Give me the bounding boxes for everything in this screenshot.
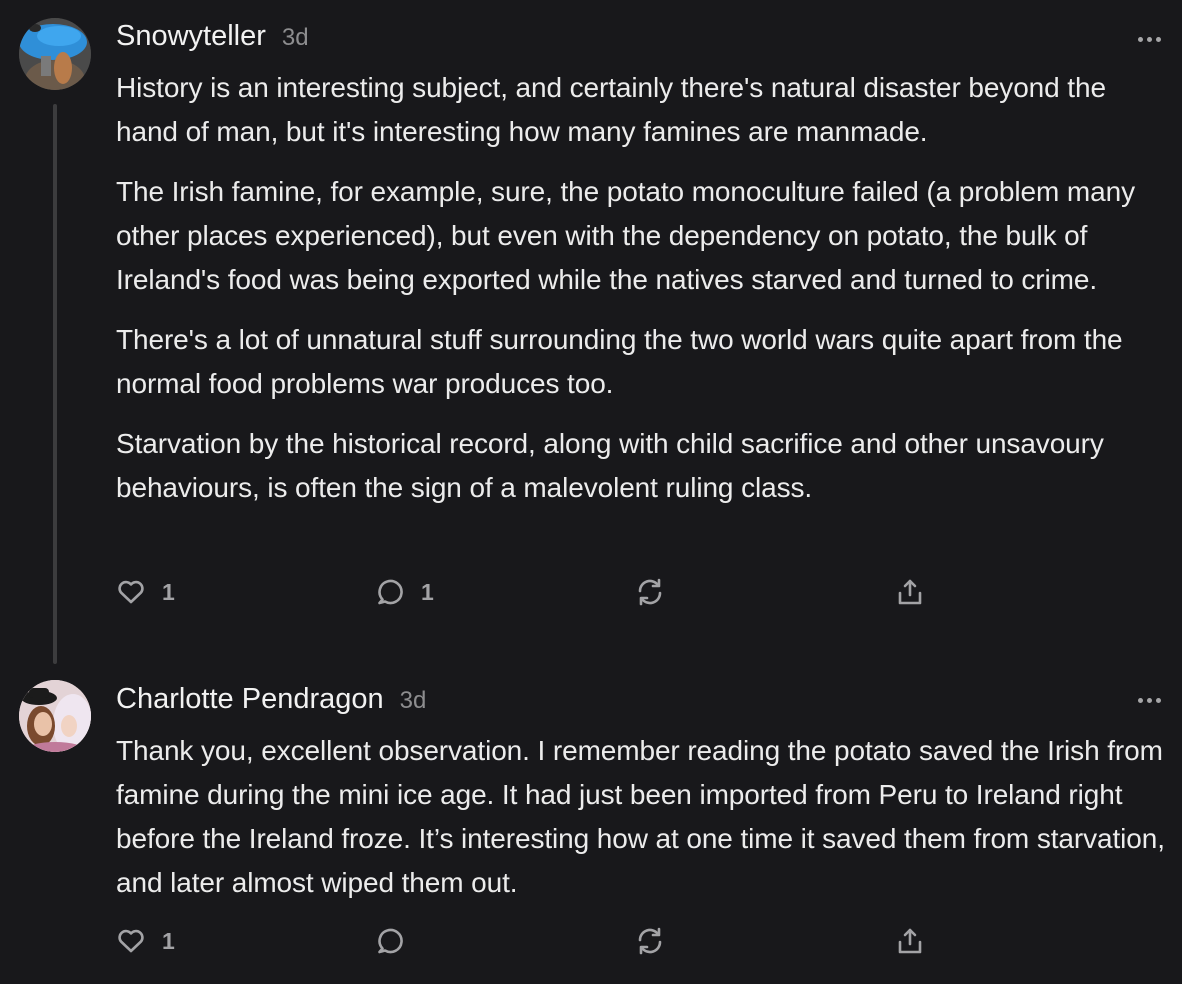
comment-header: Snowyteller 3d — [116, 20, 309, 53]
comment-header: Charlotte Pendragon 3d — [116, 683, 426, 716]
avatar[interactable] — [19, 18, 91, 90]
more-dots-icon[interactable] — [1134, 29, 1164, 49]
speech-bubble-icon — [378, 928, 403, 954]
comment-paragraph: Starvation by the historical record, alo… — [116, 428, 1104, 503]
thread-line — [53, 104, 57, 664]
timestamp[interactable]: 3d — [400, 687, 427, 715]
heart-icon — [118, 929, 144, 953]
author-name[interactable]: Charlotte Pendragon — [116, 683, 384, 716]
like-button[interactable]: 1 — [116, 577, 175, 607]
heart-icon — [118, 580, 144, 604]
comment: Snowyteller 3d History is an interesting… — [0, 0, 1182, 665]
restack-icon — [638, 927, 662, 955]
comment-body: History is an interesting subject, and c… — [116, 66, 1166, 526]
reply-button[interactable]: 1 — [375, 577, 434, 607]
comment-paragraph: There's a lot of unnatural stuff surroun… — [116, 324, 1123, 399]
share-button[interactable] — [895, 577, 925, 607]
author-name[interactable]: Snowyteller — [116, 20, 266, 53]
comment-actions: 1 — [116, 926, 936, 956]
more-dots-icon[interactable] — [1134, 690, 1164, 710]
restack-button[interactable] — [635, 577, 665, 607]
share-button[interactable] — [895, 926, 925, 956]
comment: Charlotte Pendragon 3d Thank you, excell… — [0, 665, 1182, 984]
comment-actions: 1 1 — [116, 577, 936, 607]
like-button[interactable]: 1 — [116, 926, 175, 956]
share-icon — [898, 928, 922, 954]
like-count: 1 — [162, 927, 175, 954]
reply-button[interactable] — [375, 926, 405, 956]
timestamp[interactable]: 3d — [282, 24, 309, 52]
like-count: 1 — [162, 578, 175, 605]
reply-count: 1 — [421, 578, 434, 605]
speech-bubble-icon — [378, 579, 403, 605]
avatar[interactable] — [19, 680, 91, 752]
share-icon — [898, 579, 922, 605]
comment-paragraph: Thank you, excellent observation. I reme… — [116, 735, 1165, 898]
restack-icon — [638, 578, 662, 606]
comment-paragraph: History is an interesting subject, and c… — [116, 72, 1106, 147]
restack-button[interactable] — [635, 926, 665, 956]
comment-body: Thank you, excellent observation. I reme… — [116, 729, 1166, 921]
comment-paragraph: The Irish famine, for example, sure, the… — [116, 176, 1135, 295]
